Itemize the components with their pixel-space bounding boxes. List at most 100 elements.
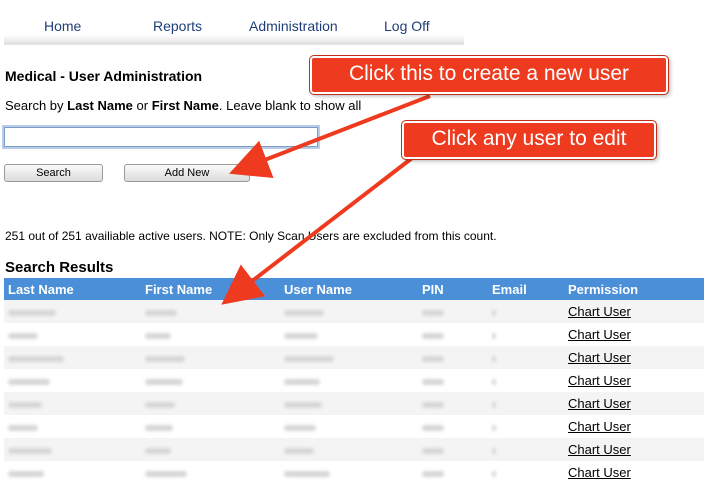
table-row[interactable]: Chart User <box>4 438 704 461</box>
cell-permission[interactable]: Chart User <box>564 346 704 369</box>
cell-email[interactable] <box>488 438 564 461</box>
redacted-text <box>492 332 496 339</box>
add-new-button[interactable]: Add New <box>124 164 250 182</box>
cell-email[interactable] <box>488 369 564 392</box>
redacted-text <box>145 401 175 408</box>
table-row[interactable]: Chart User <box>4 300 704 323</box>
cell-permission[interactable]: Chart User <box>564 392 704 415</box>
redacted-text <box>422 378 444 385</box>
redacted-text <box>492 378 496 385</box>
cell-pin[interactable] <box>418 323 488 346</box>
cell-first-name[interactable] <box>141 300 280 323</box>
table-row[interactable]: Chart User <box>4 346 704 369</box>
table-row[interactable]: Chart User <box>4 323 704 346</box>
cell-user-name[interactable] <box>280 300 418 323</box>
table-row[interactable]: Chart User <box>4 461 704 484</box>
cell-pin[interactable] <box>418 346 488 369</box>
cell-last-name[interactable] <box>4 461 141 484</box>
cell-permission[interactable]: Chart User <box>564 438 704 461</box>
cell-first-name[interactable] <box>141 461 280 484</box>
cell-first-name[interactable] <box>141 346 280 369</box>
cell-first-name[interactable] <box>141 323 280 346</box>
permission-link[interactable]: Chart User <box>568 419 631 434</box>
cell-pin[interactable] <box>418 300 488 323</box>
cell-email[interactable] <box>488 323 564 346</box>
permission-link[interactable]: Chart User <box>568 304 631 319</box>
redacted-text <box>492 447 496 454</box>
column-header-first-name[interactable]: First Name <box>141 278 280 300</box>
cell-permission[interactable]: Chart User <box>564 369 704 392</box>
cell-email[interactable] <box>488 300 564 323</box>
redacted-text <box>284 378 320 385</box>
column-header-permission[interactable]: Permission <box>564 278 704 300</box>
redacted-text <box>492 424 496 431</box>
table-row[interactable]: Chart User <box>4 415 704 438</box>
cell-first-name[interactable] <box>141 369 280 392</box>
nav-home-link[interactable]: Home <box>44 18 81 34</box>
redacted-text <box>284 447 314 454</box>
redacted-text <box>284 424 316 431</box>
cell-last-name[interactable] <box>4 300 141 323</box>
permission-link[interactable]: Chart User <box>568 465 631 480</box>
column-header-last-name[interactable]: Last Name <box>4 278 141 300</box>
search-button[interactable]: Search <box>4 164 103 182</box>
permission-link[interactable]: Chart User <box>568 373 631 388</box>
cell-pin[interactable] <box>418 369 488 392</box>
cell-pin[interactable] <box>418 415 488 438</box>
cell-last-name[interactable] <box>4 415 141 438</box>
table-row[interactable]: Chart User <box>4 392 704 415</box>
search-input[interactable] <box>4 127 318 147</box>
cell-user-name[interactable] <box>280 392 418 415</box>
cell-user-name[interactable] <box>280 438 418 461</box>
search-instructions: Search by Last Name or First Name. Leave… <box>5 98 361 113</box>
permission-link[interactable]: Chart User <box>568 350 631 365</box>
cell-user-name[interactable] <box>280 461 418 484</box>
cell-user-name[interactable] <box>280 346 418 369</box>
cell-first-name[interactable] <box>141 415 280 438</box>
cell-user-name[interactable] <box>280 415 418 438</box>
redacted-text <box>8 447 52 454</box>
cell-user-name[interactable] <box>280 323 418 346</box>
cell-last-name[interactable] <box>4 392 141 415</box>
cell-email[interactable] <box>488 346 564 369</box>
page-title: Medical - User Administration <box>5 68 203 84</box>
instr-or: or <box>132 98 152 113</box>
cell-permission[interactable]: Chart User <box>564 323 704 346</box>
cell-last-name[interactable] <box>4 438 141 461</box>
edit-user-callout: Click any user to edit <box>402 121 656 159</box>
nav-logoff-link[interactable]: Log Off <box>384 18 430 34</box>
column-header-user-name[interactable]: User Name <box>280 278 418 300</box>
cell-email[interactable] <box>488 415 564 438</box>
cell-email[interactable] <box>488 392 564 415</box>
table-row[interactable]: Chart User <box>4 369 704 392</box>
redacted-text <box>145 309 177 316</box>
cell-pin[interactable] <box>418 461 488 484</box>
cell-pin[interactable] <box>418 438 488 461</box>
permission-link[interactable]: Chart User <box>568 442 631 457</box>
results-table: Last Name First Name User Name PIN Email… <box>4 278 704 484</box>
permission-link[interactable]: Chart User <box>568 327 631 342</box>
column-header-email[interactable]: Email <box>488 278 564 300</box>
cell-email[interactable] <box>488 461 564 484</box>
cell-first-name[interactable] <box>141 438 280 461</box>
nav-administration-link[interactable]: Administration <box>249 18 338 34</box>
redacted-text <box>422 447 444 454</box>
column-header-pin[interactable]: PIN <box>418 278 488 300</box>
redacted-text <box>145 332 171 339</box>
cell-last-name[interactable] <box>4 369 141 392</box>
cell-permission[interactable]: Chart User <box>564 461 704 484</box>
nav-reports-link[interactable]: Reports <box>153 18 202 34</box>
cell-permission[interactable]: Chart User <box>564 300 704 323</box>
cell-last-name[interactable] <box>4 323 141 346</box>
cell-permission[interactable]: Chart User <box>564 415 704 438</box>
cell-user-name[interactable] <box>280 369 418 392</box>
cell-last-name[interactable] <box>4 346 141 369</box>
redacted-text <box>422 470 444 477</box>
table-header-row: Last Name First Name User Name PIN Email… <box>4 278 704 300</box>
instr-suffix: . Leave blank to show all <box>218 98 362 113</box>
edit-user-arrow <box>221 153 418 305</box>
cell-first-name[interactable] <box>141 392 280 415</box>
redacted-text <box>492 470 496 477</box>
cell-pin[interactable] <box>418 392 488 415</box>
permission-link[interactable]: Chart User <box>568 396 631 411</box>
